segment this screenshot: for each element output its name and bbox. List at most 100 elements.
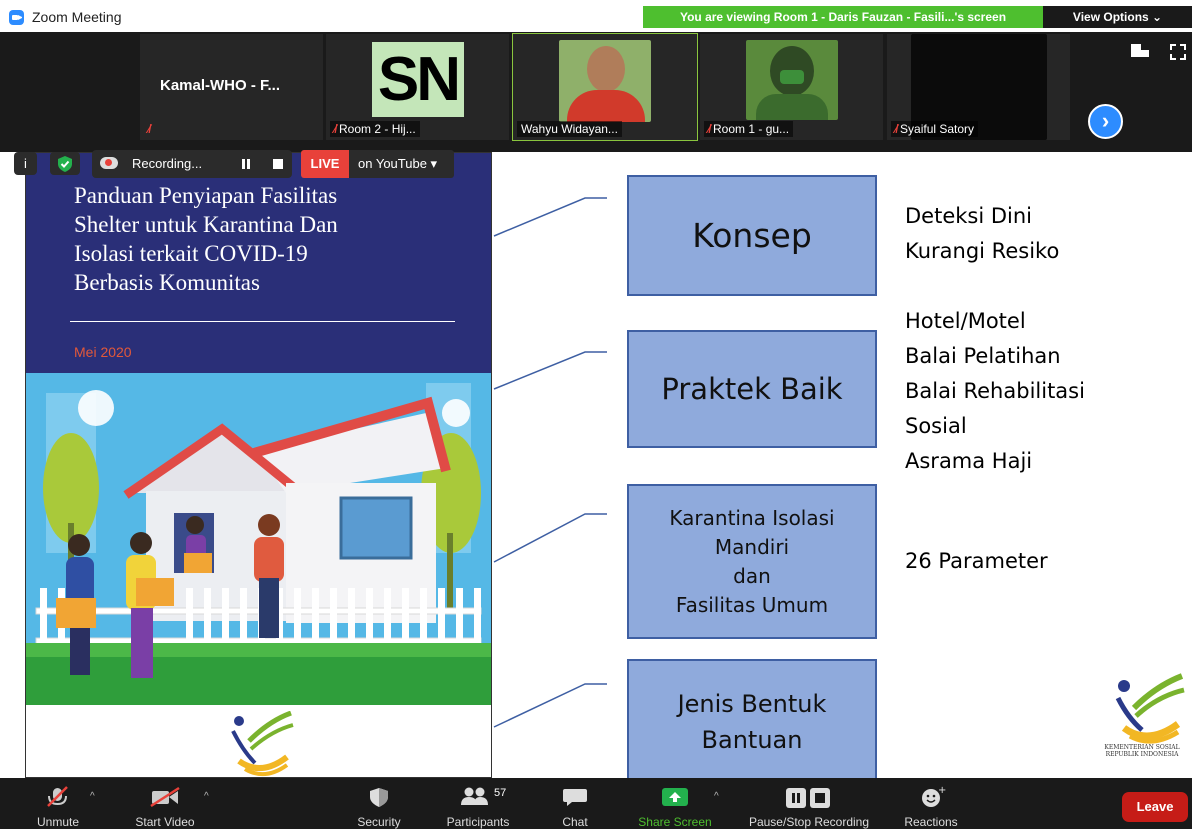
- reactions-icon: +: [896, 785, 966, 808]
- participant-video: [746, 40, 838, 120]
- participant-name-tag: ⁄̸ Syaiful Satory: [891, 121, 979, 137]
- note-line: Kurangi Resiko: [905, 239, 1060, 263]
- start-video-button[interactable]: ^ Start Video: [126, 778, 209, 829]
- unmute-button[interactable]: ^ Unmute: [18, 778, 98, 829]
- pause-stop-icon: [736, 786, 882, 808]
- participant-name-tag: Wahyu Widayan...: [517, 121, 622, 137]
- participant-name: Wahyu Widayan...: [521, 122, 618, 136]
- guidebook-cover: Panduan Penyiapan Fasilitas Shelter untu…: [25, 152, 492, 778]
- participants-button[interactable]: 57 Participants: [436, 778, 520, 829]
- box-line: Fasilitas Umum: [675, 592, 829, 617]
- button-label: Reactions: [904, 815, 958, 829]
- svg-text:+: +: [938, 786, 946, 796]
- pause-stop-recording-button[interactable]: Pause/Stop Recording: [736, 778, 882, 829]
- karantina-notes: 26 Parameter: [905, 549, 1048, 573]
- box-line: Bantuan: [701, 725, 803, 754]
- box-line: Jenis Bentuk: [677, 689, 827, 718]
- logo-text: KEMENTERIAN SOSIAL: [1104, 744, 1180, 751]
- kemensos-label: KEMENTERIAN SOSIAL REPUBLIK INDONESIA: [1094, 744, 1190, 758]
- share-screen-icon: [630, 786, 720, 808]
- book-cover-footer: [26, 705, 491, 777]
- praktek-notes: Hotel/Motel Balai Pelatihan Balai Rehabi…: [905, 304, 1085, 479]
- leave-button[interactable]: Leave: [1122, 792, 1188, 822]
- participant-tile[interactable]: SN ⁄̸ Room 2 - Hij...: [326, 34, 509, 140]
- meeting-info-icon[interactable]: i: [14, 152, 37, 175]
- kemensos-logo: KEMENTERIAN SOSIAL REPUBLIK INDONESIA: [1094, 672, 1190, 772]
- button-label: Unmute: [36, 815, 80, 829]
- participant-name: Room 2 - Hij...: [339, 122, 416, 136]
- note-line: Asrama Haji: [905, 449, 1033, 473]
- button-label: Pause/Stop Recording: [748, 815, 870, 829]
- gallery-layout-icon[interactable]: [1131, 44, 1149, 57]
- box-line: dan: [733, 563, 771, 588]
- participants-count: 57: [494, 787, 507, 799]
- chevron-up-icon[interactable]: ^: [90, 791, 95, 802]
- slide-box-konsep: Konsep: [627, 175, 877, 296]
- divider: [70, 321, 455, 322]
- slide-connector-lines: [493, 197, 607, 728]
- participant-tile[interactable]: ⁄̸ Room 1 - gu...: [700, 34, 883, 140]
- mic-muted-icon: ⁄̸: [148, 122, 151, 136]
- chevron-up-icon[interactable]: ^: [204, 791, 209, 802]
- view-options-button[interactable]: View Options ⌄: [1043, 6, 1192, 28]
- zoom-logo-icon: [9, 10, 24, 25]
- participants-strip: Kamal-WHO - F... ⁄̸ SN ⁄̸ Room 2 - Hij...…: [0, 32, 1192, 152]
- book-title: Panduan Penyiapan Fasilitas Shelter untu…: [74, 183, 338, 295]
- pause-recording-icon[interactable]: [242, 159, 245, 169]
- note-line: Sosial: [905, 414, 967, 438]
- viewing-screen-banner: You are viewing Room 1 - Daris Fauzan - …: [643, 6, 1043, 28]
- stop-recording-icon[interactable]: [273, 159, 283, 169]
- button-label: Share Screen: [638, 815, 712, 829]
- slide-box-jenis-bantuan: Jenis Bentuk Bantuan: [627, 659, 877, 778]
- shared-screen: Panduan Penyiapan Fasilitas Shelter untu…: [0, 152, 1192, 778]
- fullscreen-icon[interactable]: [1170, 44, 1186, 60]
- participants-icon: [436, 786, 520, 808]
- share-screen-button[interactable]: ^ Share Screen: [630, 778, 720, 829]
- mic-muted-icon: ⁄̸: [708, 122, 711, 136]
- participant-name-tag: ⁄̸ Room 2 - Hij...: [330, 121, 420, 137]
- participant-tile-active[interactable]: Wahyu Widayan...: [512, 33, 698, 141]
- meeting-toolbar: ^ Unmute ^ Start Video Security 57 Parti…: [0, 778, 1192, 829]
- screen-margin: [0, 152, 25, 778]
- reactions-button[interactable]: + Reactions: [896, 778, 966, 829]
- slide-box-praktek-baik: Praktek Baik: [627, 330, 877, 448]
- zoom-meeting-window: Zoom Meeting You are viewing Room 1 - Da…: [0, 0, 1192, 829]
- kemensos-emblem-icon: [1115, 673, 1185, 744]
- mic-muted-icon: ⁄̸: [895, 122, 898, 136]
- book-date: Mei 2020: [74, 344, 132, 360]
- chevron-up-icon[interactable]: ^: [714, 791, 719, 802]
- participant-display-name: Kamal-WHO - F...: [160, 77, 281, 94]
- note-line: Balai Rehabilitasi: [905, 379, 1085, 403]
- note-line: Deteksi Dini: [905, 204, 1033, 228]
- participant-tile[interactable]: ⁄̸ Syaiful Satory: [887, 34, 1070, 140]
- button-label: Security: [357, 815, 401, 829]
- live-stream-platform-dropdown[interactable]: on YouTube ▾: [349, 150, 454, 178]
- konsep-notes: Deteksi Dini Kurangi Resiko: [905, 199, 1059, 269]
- title-bar: Zoom Meeting You are viewing Room 1 - Da…: [0, 0, 1192, 32]
- note-line: Balai Pelatihan: [905, 344, 1061, 368]
- participant-video: [559, 40, 651, 122]
- chat-icon: [545, 786, 605, 808]
- chat-button[interactable]: Chat: [545, 778, 605, 829]
- next-participants-button[interactable]: ›: [1088, 104, 1123, 139]
- mic-muted-icon: ⁄̸: [334, 122, 337, 136]
- participant-name-tag: ⁄̸ Room 1 - gu...: [704, 121, 794, 137]
- video-off-icon: [126, 786, 204, 808]
- button-label: Chat: [562, 815, 588, 829]
- button-label: Participants: [446, 815, 510, 829]
- participant-name-tag: ⁄̸: [144, 121, 157, 137]
- live-badge: LIVE: [301, 150, 349, 178]
- security-button[interactable]: Security: [344, 778, 414, 829]
- participant-tile[interactable]: Kamal-WHO - F... ⁄̸: [140, 34, 323, 140]
- mic-muted-icon: [18, 786, 98, 808]
- participant-name: Syaiful Satory: [900, 122, 975, 136]
- participant-avatar-initials: SN: [372, 42, 464, 117]
- encryption-shield-icon[interactable]: [50, 152, 80, 175]
- participant-name: Room 1 - gu...: [713, 122, 790, 136]
- cloud-record-icon: [100, 157, 118, 169]
- window-title: Zoom Meeting: [32, 9, 122, 25]
- recording-status: Recording...: [132, 156, 203, 171]
- shield-icon: [344, 786, 414, 808]
- note-line: Hotel/Motel: [905, 309, 1026, 333]
- book-cover-header: Panduan Penyiapan Fasilitas Shelter untu…: [26, 153, 491, 373]
